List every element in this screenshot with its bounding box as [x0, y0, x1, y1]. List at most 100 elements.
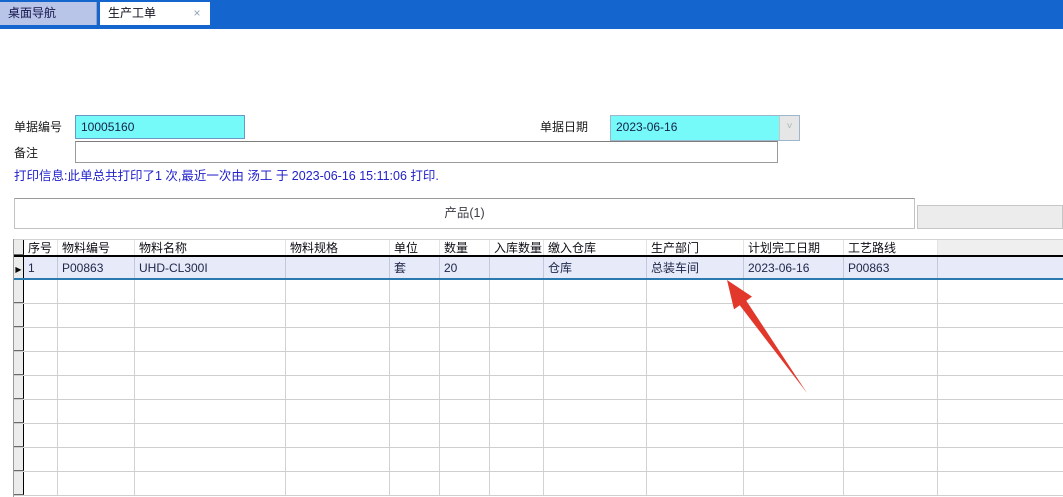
grid-cell[interactable]: [390, 424, 440, 447]
grid-empty-row[interactable]: [14, 376, 1063, 400]
row-selector-cell[interactable]: [14, 280, 24, 303]
grid-cell[interactable]: [938, 304, 1063, 327]
grid-cell[interactable]: [286, 280, 390, 303]
grid-cell[interactable]: [490, 257, 544, 278]
grid-cell[interactable]: 20: [440, 257, 490, 278]
grid-cell[interactable]: [58, 448, 135, 471]
product-section-tab[interactable]: 产品(1): [14, 198, 915, 229]
grid-cell[interactable]: [58, 400, 135, 423]
grid-cell[interactable]: [58, 424, 135, 447]
row-selector-cell[interactable]: [14, 400, 24, 423]
row-selector-cell[interactable]: [14, 448, 24, 471]
grid-cell[interactable]: [135, 400, 286, 423]
grid-cell[interactable]: [24, 472, 58, 495]
grid-cell[interactable]: [490, 328, 544, 351]
grid-cell[interactable]: [440, 472, 490, 495]
grid-cell[interactable]: [135, 352, 286, 375]
grid-cell[interactable]: [286, 328, 390, 351]
grid-cell[interactable]: [544, 448, 647, 471]
grid-empty-row[interactable]: [14, 424, 1063, 448]
grid-cell[interactable]: [390, 472, 440, 495]
grid-cell[interactable]: 仓库: [544, 257, 647, 278]
grid-cell[interactable]: [744, 280, 844, 303]
grid-cell[interactable]: [286, 352, 390, 375]
grid-cell[interactable]: [544, 328, 647, 351]
grid-cell[interactable]: P00863: [844, 257, 938, 278]
grid-cell[interactable]: [544, 472, 647, 495]
grid-cell[interactable]: [440, 376, 490, 399]
grid-cell[interactable]: [24, 424, 58, 447]
grid-cell[interactable]: [135, 280, 286, 303]
grid-cell[interactable]: [24, 328, 58, 351]
grid-cell[interactable]: [647, 424, 744, 447]
grid-cell[interactable]: [647, 328, 744, 351]
grid-cell[interactable]: [844, 304, 938, 327]
remarks-input[interactable]: [75, 141, 778, 163]
grid-cell[interactable]: [390, 328, 440, 351]
grid-cell[interactable]: [390, 352, 440, 375]
grid-cell[interactable]: [744, 472, 844, 495]
grid-cell[interactable]: 套: [390, 257, 440, 278]
grid-cell[interactable]: [844, 400, 938, 423]
grid-cell[interactable]: [938, 400, 1063, 423]
grid-cell[interactable]: [135, 472, 286, 495]
grid-cell[interactable]: [440, 304, 490, 327]
grid-cell[interactable]: [58, 376, 135, 399]
grid-cell[interactable]: [744, 400, 844, 423]
grid-cell[interactable]: [24, 400, 58, 423]
grid-cell[interactable]: [844, 280, 938, 303]
grid-cell[interactable]: [647, 280, 744, 303]
grid-cell[interactable]: [135, 424, 286, 447]
grid-cell[interactable]: [490, 472, 544, 495]
grid-cell[interactable]: [286, 257, 390, 278]
grid-cell[interactable]: [390, 280, 440, 303]
row-selector-cell[interactable]: [14, 304, 24, 327]
grid-cell[interactable]: [24, 376, 58, 399]
grid-cell[interactable]: [844, 376, 938, 399]
grid-cell[interactable]: [440, 400, 490, 423]
grid-cell[interactable]: [440, 424, 490, 447]
grid-cell[interactable]: [135, 328, 286, 351]
grid-cell[interactable]: [844, 328, 938, 351]
grid-cell[interactable]: [58, 472, 135, 495]
grid-cell[interactable]: [938, 352, 1063, 375]
grid-cell[interactable]: 1: [24, 257, 58, 278]
grid-empty-row[interactable]: [14, 304, 1063, 328]
grid-cell[interactable]: [938, 472, 1063, 495]
grid-cell[interactable]: [286, 400, 390, 423]
grid-cell[interactable]: [490, 304, 544, 327]
grid-cell[interactable]: [544, 280, 647, 303]
doc-date-combobox[interactable]: 2023-06-16 ˅: [610, 115, 800, 141]
row-selector-cell[interactable]: [14, 472, 24, 495]
grid-cell[interactable]: [286, 376, 390, 399]
grid-cell[interactable]: [938, 280, 1063, 303]
grid-cell[interactable]: [844, 448, 938, 471]
grid-empty-row[interactable]: [14, 400, 1063, 424]
grid-cell[interactable]: P00863: [58, 257, 135, 278]
grid-cell[interactable]: [286, 424, 390, 447]
grid-cell[interactable]: [844, 424, 938, 447]
grid-cell[interactable]: [544, 304, 647, 327]
grid-cell[interactable]: [647, 352, 744, 375]
grid-cell[interactable]: [844, 472, 938, 495]
grid-cell[interactable]: [647, 448, 744, 471]
grid-cell[interactable]: [58, 328, 135, 351]
grid-empty-row[interactable]: [14, 352, 1063, 376]
grid-cell[interactable]: [58, 304, 135, 327]
grid-cell[interactable]: [844, 352, 938, 375]
grid-cell[interactable]: [440, 280, 490, 303]
grid-cell[interactable]: [744, 448, 844, 471]
grid-cell[interactable]: [544, 424, 647, 447]
grid-cell[interactable]: [24, 280, 58, 303]
row-selector-cell[interactable]: [14, 352, 24, 375]
grid-empty-row[interactable]: [14, 328, 1063, 352]
grid-cell[interactable]: [647, 472, 744, 495]
grid-cell[interactable]: [647, 376, 744, 399]
grid-cell[interactable]: 2023-06-16: [744, 257, 844, 278]
grid-cell[interactable]: [286, 448, 390, 471]
grid-cell[interactable]: [390, 448, 440, 471]
grid-cell[interactable]: [544, 376, 647, 399]
grid-cell[interactable]: [440, 448, 490, 471]
close-tab-icon[interactable]: ×: [190, 6, 204, 20]
grid-cell[interactable]: [938, 376, 1063, 399]
